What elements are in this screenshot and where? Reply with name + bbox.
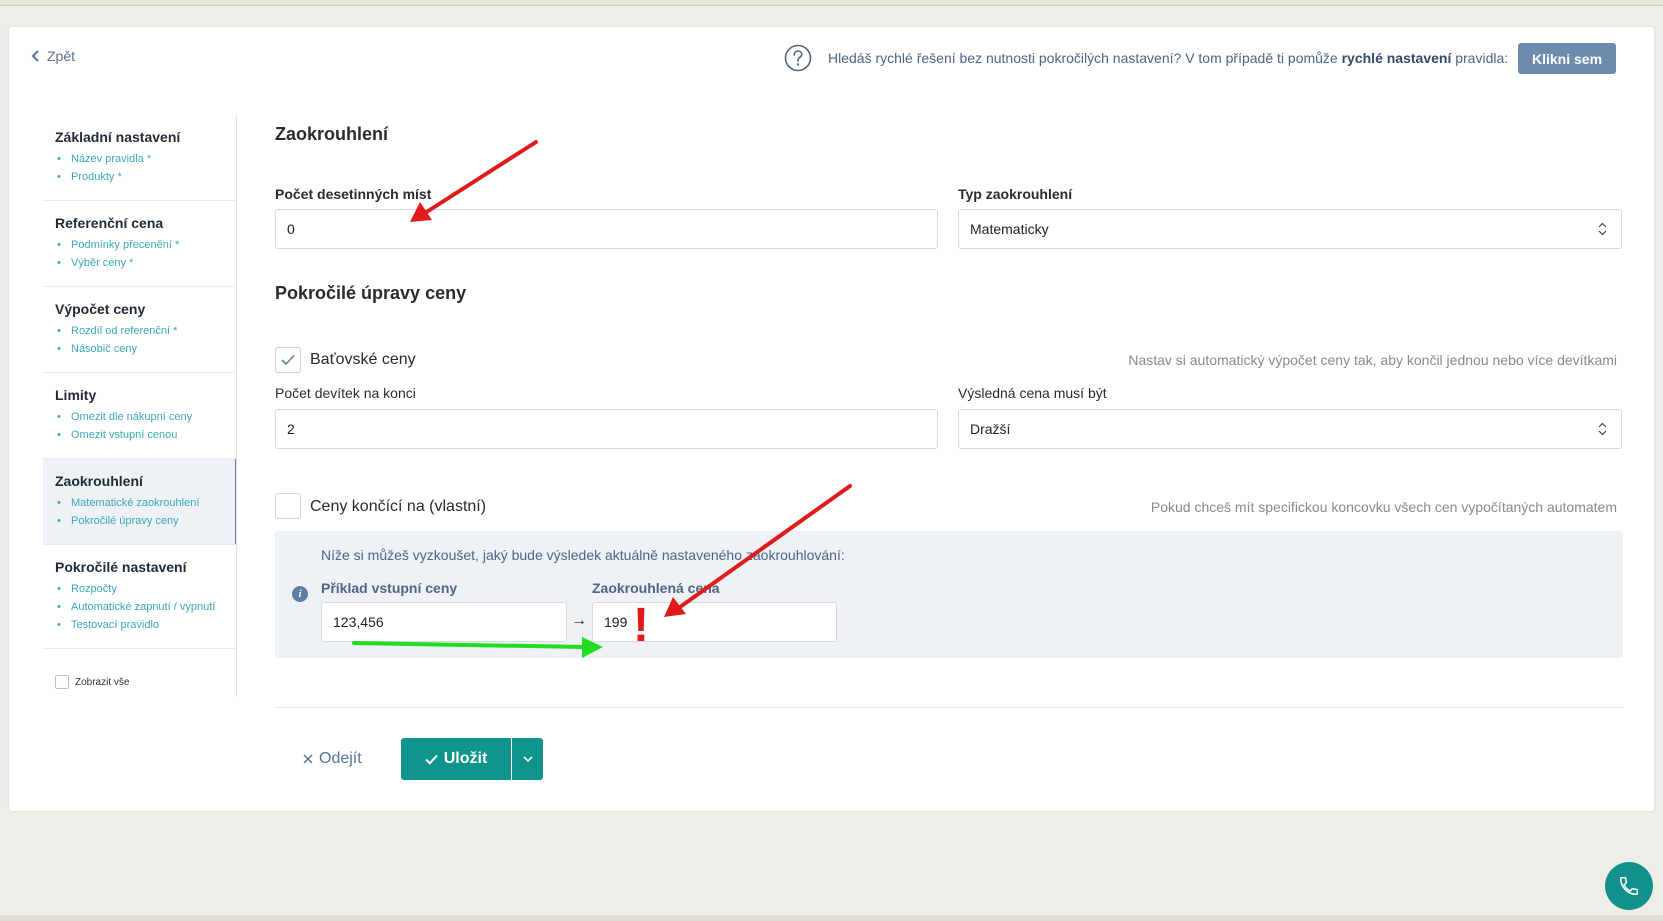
back-link[interactable]: Zpět xyxy=(31,48,75,64)
select-arrows-icon xyxy=(1598,422,1607,436)
save-label: Uložit xyxy=(443,750,488,767)
bata-checkbox[interactable] xyxy=(275,347,301,373)
sidebar-item[interactable]: Testovací pravidlo xyxy=(55,616,225,634)
preview-output-label: Zaokrouhlená cena xyxy=(592,580,720,596)
custom-endings-hint: Pokud chceš mít specifickou koncovku vše… xyxy=(1150,499,1617,515)
sidebar-section-advanced[interactable]: Pokročilé nastavení Rozpočty Automatické… xyxy=(43,545,237,649)
bottom-border xyxy=(0,915,1663,921)
rounding-type-label: Typ zaokrouhlení xyxy=(958,186,1073,202)
sidebar-item[interactable]: Produkty * xyxy=(55,168,225,186)
select-arrows-icon xyxy=(1598,222,1607,236)
close-icon xyxy=(303,754,313,764)
check-icon xyxy=(425,754,438,765)
footer-divider xyxy=(275,707,1623,708)
sidebar-item[interactable]: Rozpočty xyxy=(55,580,225,598)
hint-text-bold: rychlé nastavení xyxy=(1341,50,1452,66)
sidebar-nav: Základní nastavení Název pravidla * Prod… xyxy=(43,115,237,689)
nines-label: Počet devítek na konci xyxy=(275,385,416,401)
rounding-heading: Zaokrouhlení xyxy=(275,124,389,144)
sidebar-section-reference[interactable]: Referenční cena Podmínky přecenění * Výb… xyxy=(43,201,237,287)
question-icon xyxy=(784,44,812,72)
sidebar-item[interactable]: Pokročilé úpravy ceny xyxy=(55,512,223,530)
back-label: Zpět xyxy=(47,48,76,64)
sidebar-item[interactable]: Automatické zapnutí / vypnutí xyxy=(55,598,225,616)
top-border xyxy=(0,0,1663,6)
nines-input[interactable]: 2 xyxy=(275,409,938,449)
rounding-type-select[interactable]: Matematicky xyxy=(958,209,1622,249)
bata-hint: Nastav si automatický výpočet ceny tak, … xyxy=(1128,352,1617,368)
custom-endings-label[interactable]: Ceny končící na (vlastní) xyxy=(310,498,486,516)
rounding-type-value: Matematicky xyxy=(970,221,1049,237)
custom-endings-checkbox[interactable] xyxy=(275,493,301,519)
quick-setup-hint: Hledáš rychlé řešení bez nutnosti pokroč… xyxy=(828,50,1508,66)
show-all-toggle[interactable]: Zobrazit vše xyxy=(43,649,237,689)
bata-label[interactable]: Baťovské ceny xyxy=(310,351,416,369)
sidebar-section-title[interactable]: Limity xyxy=(55,387,225,403)
show-all-checkbox[interactable] xyxy=(55,675,69,689)
sidebar-divider xyxy=(236,115,237,697)
sidebar-item[interactable]: Omezit dle nákupní ceny xyxy=(55,408,225,426)
quick-setup-button[interactable]: Klikni sem xyxy=(1518,43,1616,74)
sidebar-section-title[interactable]: Základní nastavení xyxy=(55,129,225,145)
info-icon: i xyxy=(292,586,308,602)
advanced-heading: Pokročilé úpravy ceny xyxy=(275,283,467,303)
sidebar-section-rounding[interactable]: Zaokrouhlení Matematické zaokrouhlení Po… xyxy=(43,459,237,545)
chevron-left-icon xyxy=(31,50,39,62)
preview-input[interactable]: 123,456 xyxy=(321,602,567,642)
call-button[interactable] xyxy=(1605,862,1653,910)
preview-output: 199 xyxy=(592,602,837,642)
arrow-right-icon: → xyxy=(571,612,587,629)
sidebar-item[interactable]: Omezit vstupní cenou xyxy=(55,426,225,444)
phone-icon xyxy=(1620,877,1638,895)
sidebar-section-title[interactable]: Zaokrouhlení xyxy=(55,473,223,489)
sidebar-section-title[interactable]: Referenční cena xyxy=(55,215,225,231)
sidebar-section-calculation[interactable]: Výpočet ceny Rozdíl od referenční * Náso… xyxy=(43,287,237,373)
exclamation-mark: ! xyxy=(633,599,649,652)
show-all-label: Zobrazit vše xyxy=(75,676,130,688)
chevron-down-icon xyxy=(522,755,533,762)
sidebar-section-basic[interactable]: Základní nastavení Název pravidla * Prod… xyxy=(43,115,237,201)
decimals-label: Počet desetinných míst xyxy=(275,186,432,202)
hint-text-before: Hledáš rychlé řešení bez nutnosti pokroč… xyxy=(828,50,1338,66)
result-value: Dražší xyxy=(970,421,1011,437)
preview-intro: Níže si můžeš vyzkoušet, jaký bude výsle… xyxy=(321,547,845,563)
sidebar-item[interactable]: Rozdíl od referenční * xyxy=(55,322,225,340)
cancel-button[interactable]: Odejít xyxy=(303,750,362,768)
sidebar-item[interactable]: Podmínky přecenění * xyxy=(55,236,225,254)
sidebar-section-title[interactable]: Výpočet ceny xyxy=(55,301,225,317)
sidebar-item[interactable]: Násobič ceny xyxy=(55,340,225,358)
save-dropdown-button[interactable] xyxy=(512,738,543,780)
check-icon xyxy=(281,354,295,366)
save-button[interactable]: Uložit xyxy=(401,738,511,780)
decimals-input[interactable]: 0 xyxy=(275,209,938,249)
sidebar-section-title[interactable]: Pokročilé nastavení xyxy=(55,559,225,575)
sidebar-section-limits[interactable]: Limity Omezit dle nákupní ceny Omezit vs… xyxy=(43,373,237,459)
cancel-label: Odejít xyxy=(319,750,362,767)
hint-text-after: pravidla: xyxy=(1455,50,1509,66)
sidebar-item[interactable]: Název pravidla * xyxy=(55,150,225,168)
preview-input-label: Příklad vstupní ceny xyxy=(321,580,458,596)
sidebar-item[interactable]: Matematické zaokrouhlení xyxy=(55,494,223,512)
sidebar-item[interactable]: Výběr ceny * xyxy=(55,254,225,272)
result-select[interactable]: Dražší xyxy=(958,409,1622,449)
result-label: Výsledná cena musí být xyxy=(958,385,1107,401)
